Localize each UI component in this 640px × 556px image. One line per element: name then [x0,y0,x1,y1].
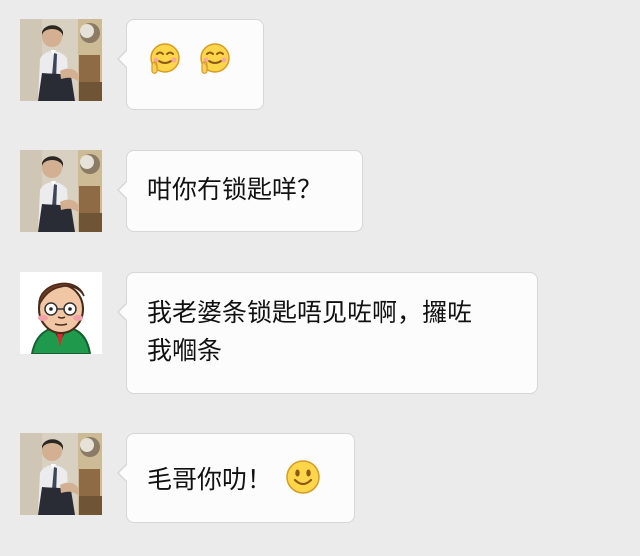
avatar-man-in-suit[interactable] [20,19,102,101]
smile-icon [284,458,322,496]
message-bubble[interactable]: 毛哥你叻！ [117,433,355,523]
avatar-cartoon-man[interactable] [20,272,102,354]
message-bubble[interactable]: 咁你冇锁匙咩？ [117,150,363,232]
hehe-icon [195,40,235,80]
message-text-line-2: 我嗰条 [147,336,223,365]
avatar-man-in-suit[interactable] [20,433,102,515]
avatar-man-in-suit[interactable] [20,150,102,232]
message-text: 毛哥你叻！ [147,465,273,494]
message-text-line-1: 我老婆条锁匙唔见咗啊，攞咗 [147,298,473,327]
hehe-icon [145,40,185,80]
message-bubble[interactable] [117,19,264,110]
chat-window: 咁你冇锁匙咩？ 我老婆条锁匙唔见咗啊，攞咗 我嗰条 毛哥你叻！ [0,0,640,556]
emoji-row [145,40,245,80]
message-text: 咁你冇锁匙咩？ [147,175,323,204]
message-bubble[interactable]: 我老婆条锁匙唔见咗啊，攞咗 我嗰条 [117,272,538,394]
